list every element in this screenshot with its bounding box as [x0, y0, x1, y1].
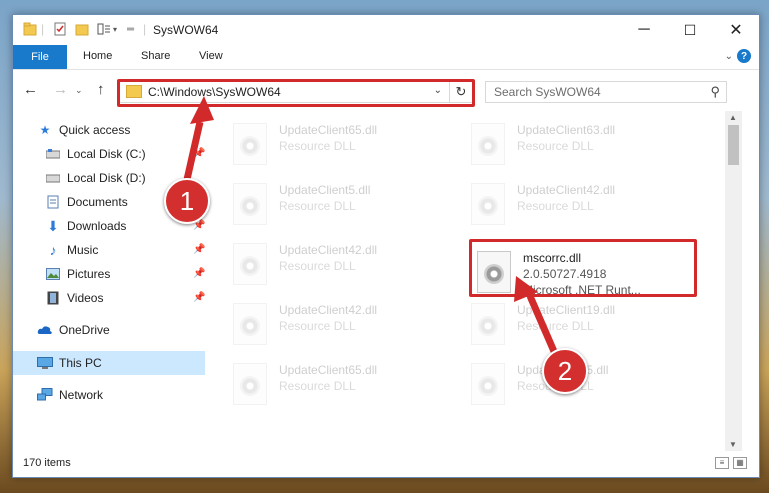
- file-item[interactable]: UpdateClient65.dll Resource DLL: [233, 359, 453, 411]
- sidebar-item-videos[interactable]: Videos: [45, 287, 103, 309]
- sidebar-item-quick-access[interactable]: ★ Quick access: [37, 119, 131, 141]
- folder-icon: [23, 22, 37, 36]
- sidebar-item-downloads[interactable]: ⬇ Downloads: [45, 215, 126, 237]
- dll-file-icon: [471, 303, 505, 345]
- tab-home[interactable]: Home: [83, 50, 112, 62]
- layout-icon[interactable]: [97, 22, 111, 36]
- disk-icon: [45, 171, 61, 185]
- file-item[interactable]: UpdateClient63.dll Resource DLL: [471, 119, 691, 171]
- gear-icon: [478, 316, 498, 336]
- sidebar-item-network[interactable]: Network: [37, 384, 103, 406]
- details-view-icon[interactable]: ≡: [715, 457, 729, 469]
- dll-file-icon: [233, 243, 267, 285]
- gear-icon: [240, 256, 260, 276]
- search-icon[interactable]: ⚲: [710, 84, 720, 100]
- file-item[interactable]: UpdateClient42.dll Resource DLL: [233, 299, 453, 351]
- separator: |: [143, 22, 147, 36]
- sidebar-item-music[interactable]: ♪ Music: [45, 239, 99, 261]
- large-icons-view-icon[interactable]: ▦: [733, 457, 747, 469]
- pictures-icon: [45, 267, 61, 281]
- tab-file[interactable]: File: [13, 45, 67, 69]
- gear-icon: [478, 136, 498, 156]
- pin-icon[interactable]: 📌: [193, 292, 205, 303]
- dll-file-icon: [233, 183, 267, 225]
- sidebar-item-documents[interactable]: Documents: [45, 191, 128, 213]
- window-title: SysWOW64: [153, 23, 219, 37]
- vertical-scrollbar[interactable]: ▲ ▼: [725, 111, 742, 451]
- videos-icon: [45, 291, 61, 305]
- network-icon: [37, 388, 53, 402]
- gear-icon: [240, 136, 260, 156]
- gear-icon: [240, 196, 260, 216]
- disk-icon: [45, 147, 61, 161]
- back-arrow-icon[interactable]: ←: [23, 81, 38, 98]
- documents-icon: [45, 195, 61, 209]
- sidebar-item-onedrive[interactable]: OneDrive: [37, 319, 110, 341]
- gear-icon: [478, 196, 498, 216]
- properties-icon[interactable]: [53, 22, 67, 36]
- file-item[interactable]: UpdateClient5.dll Resource DLL: [233, 179, 453, 231]
- dll-file-icon: [233, 123, 267, 165]
- separator: |: [41, 22, 45, 36]
- help-icon[interactable]: ?: [737, 49, 751, 63]
- new-folder-icon[interactable]: [75, 22, 89, 36]
- item-count: 170 items: [23, 457, 71, 469]
- pin-icon[interactable]: 📌: [193, 148, 205, 159]
- star-icon: ★: [39, 123, 51, 137]
- maximize-button[interactable]: ☐: [667, 15, 713, 45]
- tab-share[interactable]: Share: [141, 50, 170, 62]
- scroll-thumb[interactable]: [728, 125, 739, 165]
- file-item[interactable]: UpdateClient19.dll Resource DLL: [471, 299, 691, 351]
- dll-file-icon: [233, 303, 267, 345]
- music-icon: ♪: [49, 242, 57, 258]
- sidebar-item-pictures[interactable]: Pictures: [45, 263, 110, 285]
- title-bar: | ▾ ═ | SysWOW64 ─ ☐ ✕: [13, 15, 759, 45]
- explorer-window: | ▾ ═ | SysWOW64 ─ ☐ ✕ File Home Share V…: [12, 14, 760, 478]
- close-button[interactable]: ✕: [713, 15, 759, 45]
- sidebar-item-this-pc[interactable]: This PC: [37, 352, 102, 374]
- ribbon-tabs: File Home Share View ⌄ ?: [13, 45, 759, 70]
- forward-arrow-icon[interactable]: →: [53, 81, 68, 98]
- address-highlight: [117, 79, 475, 107]
- search-placeholder: Search SysWOW64: [494, 85, 601, 99]
- expand-ribbon-icon[interactable]: ⌄: [725, 51, 733, 62]
- minimize-button[interactable]: ─: [621, 15, 667, 45]
- dll-file-icon: [471, 123, 505, 165]
- file-item[interactable]: UpdateClient42.dll Resource DLL: [233, 239, 453, 291]
- pin-icon[interactable]: 📌: [193, 244, 205, 255]
- up-arrow-icon[interactable]: ↑: [97, 81, 105, 98]
- scroll-down-icon[interactable]: ▼: [729, 440, 737, 449]
- pin-icon[interactable]: 📌: [193, 268, 205, 279]
- downloads-icon: ⬇: [47, 217, 59, 234]
- sidebar-item-local-disk-c[interactable]: Local Disk (C:): [45, 143, 146, 165]
- gear-icon: [240, 316, 260, 336]
- recent-locations-icon[interactable]: ⌄: [75, 85, 83, 96]
- dll-file-icon: [471, 183, 505, 225]
- file-item[interactable]: UpdateClient42.dll Resource DLL: [471, 179, 691, 231]
- file-item[interactable]: UpdateClient65.dll Resource DLL: [233, 119, 453, 171]
- scroll-up-icon[interactable]: ▲: [729, 113, 737, 122]
- dropdown-icon[interactable]: ▾: [113, 25, 117, 34]
- file-highlight: [469, 239, 697, 297]
- computer-icon: [37, 356, 53, 370]
- customize-toolbar-icon[interactable]: ═: [127, 24, 134, 35]
- tab-view[interactable]: View: [199, 50, 223, 62]
- search-input[interactable]: Search SysWOW64 ⚲: [485, 81, 727, 103]
- dll-file-icon: [471, 363, 505, 405]
- gear-icon: [240, 376, 260, 396]
- step-badge-1: 1: [164, 178, 210, 224]
- gear-icon: [478, 376, 498, 396]
- cloud-icon: [37, 323, 53, 337]
- dll-file-icon: [233, 363, 267, 405]
- sidebar-item-local-disk-d[interactable]: Local Disk (D:): [45, 167, 146, 189]
- step-badge-2: 2: [542, 348, 588, 394]
- status-bar: 170 items ≡ ▦: [13, 451, 759, 477]
- navigation-pane: ★ Quick access Local Disk (C:) 📌 Local D…: [13, 111, 207, 451]
